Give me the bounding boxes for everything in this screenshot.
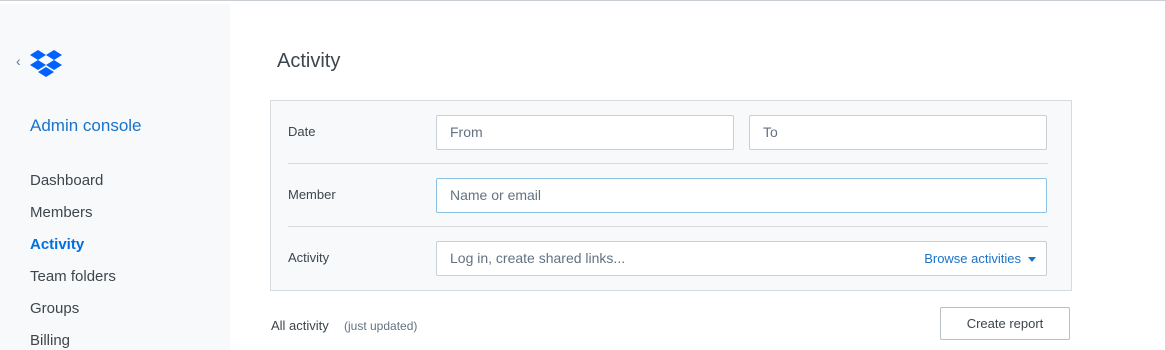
back-chevron-icon[interactable]: ‹: [16, 54, 21, 68]
member-label: Member: [288, 187, 336, 202]
dropbox-logo-icon[interactable]: [30, 50, 62, 78]
activity-placeholder: Log in, create shared links...: [450, 250, 626, 266]
results-status: (just updated): [344, 319, 418, 333]
sidebar-nav: Dashboard Members Activity Team folders …: [30, 172, 116, 350]
create-report-button[interactable]: Create report: [940, 307, 1070, 340]
activity-label: Activity: [288, 250, 330, 265]
page-title: Activity: [277, 50, 341, 72]
admin-console-title[interactable]: Admin console: [30, 116, 142, 136]
divider: [288, 226, 1048, 227]
activity-search-input[interactable]: Log in, create shared links... Browse ac…: [436, 241, 1047, 276]
sidebar-item-billing[interactable]: Billing: [30, 332, 116, 350]
divider: [288, 163, 1048, 164]
caret-down-icon: [1028, 257, 1036, 263]
sidebar: ‹ Admin console Dashboard Members Activi…: [0, 4, 230, 350]
results-label: All activity: [271, 318, 329, 333]
member-search-input[interactable]: Name or email: [436, 178, 1047, 213]
sidebar-item-activity[interactable]: Activity: [30, 236, 116, 268]
browse-activities-label: Browse activities: [924, 251, 1021, 266]
sidebar-item-groups[interactable]: Groups: [30, 300, 116, 332]
date-from-input[interactable]: From: [436, 115, 734, 150]
sidebar-item-dashboard[interactable]: Dashboard: [30, 172, 116, 204]
date-label: Date: [288, 124, 316, 139]
filter-panel: Date From To Member Name or email Activi…: [270, 100, 1072, 291]
sidebar-item-members[interactable]: Members: [30, 204, 116, 236]
sidebar-item-team-folders[interactable]: Team folders: [30, 268, 116, 300]
browse-activities-dropdown[interactable]: Browse activities: [924, 242, 1036, 275]
date-to-input[interactable]: To: [749, 115, 1047, 150]
